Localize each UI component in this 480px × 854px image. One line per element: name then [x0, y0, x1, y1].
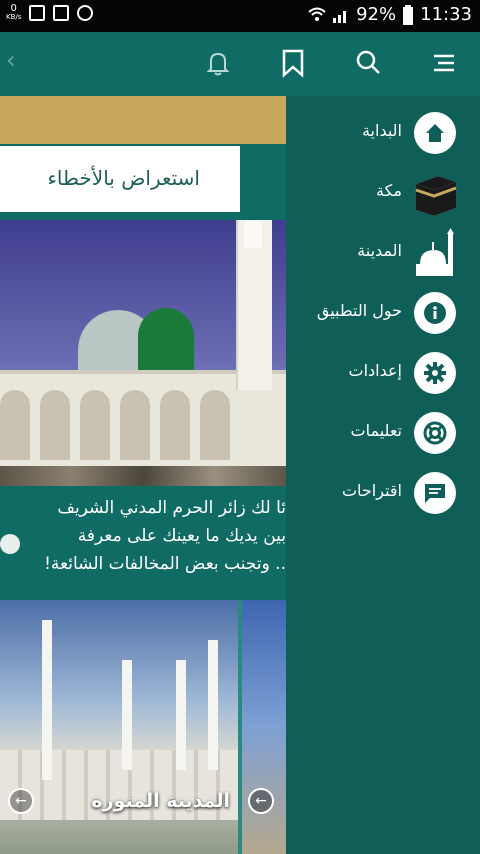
app-toolbar: ‹: [0, 32, 480, 96]
mosque-icon: [416, 228, 454, 276]
arrow-left-icon[interactable]: ←: [248, 788, 274, 814]
drawer-item-home[interactable]: البداية: [286, 106, 480, 162]
mosque-photo: [0, 220, 286, 486]
drawer-item-makkah[interactable]: مكة: [286, 166, 480, 222]
arch: [0, 390, 30, 460]
arch: [120, 390, 150, 460]
lifebuoy-icon: [414, 412, 456, 454]
search-icon[interactable]: [353, 48, 383, 78]
drawer-item-madinah[interactable]: المدينة: [286, 226, 480, 282]
scroll-handle[interactable]: [0, 534, 20, 554]
battery-level: 92%: [356, 4, 397, 25]
bell-icon[interactable]: [203, 48, 233, 78]
review-errors-button[interactable]: استعراض بالأخطاء: [0, 146, 240, 212]
drawer-item-label: حول التطبيق: [316, 301, 402, 320]
card-minaret: [42, 620, 52, 780]
arch: [200, 390, 230, 460]
globe-icon: [77, 5, 94, 21]
clock: 11:33: [420, 4, 472, 25]
network-speed-unit: KB/s: [6, 13, 22, 21]
drawer-item-suggestions[interactable]: اقتراحات: [286, 466, 480, 522]
review-errors-label: استعراض بالأخطاء: [47, 166, 200, 190]
main-content: استعراض بالأخطاء ئا لك زائر الحرم المدني…: [0, 96, 286, 854]
back-chevron-icon[interactable]: ‹: [6, 46, 16, 74]
card-minaret: [122, 660, 132, 770]
arch: [160, 390, 190, 460]
card-minaret: [176, 660, 186, 770]
tab-strip-remainder: [240, 146, 286, 212]
crowd: [0, 466, 286, 486]
cards-carousel: المدينة المنورة ← ←: [0, 600, 286, 854]
description-line: بين يديك ما يعينك على معرفة: [77, 526, 286, 546]
chat-icon: [414, 472, 456, 514]
network-speed: 0 KB/s: [6, 4, 21, 22]
arrow-left-icon[interactable]: ←: [8, 788, 34, 814]
home-icon: [414, 112, 456, 154]
battery-icon: [403, 4, 414, 25]
card-next[interactable]: ←: [242, 600, 286, 854]
network-speed-value: 0: [10, 3, 17, 14]
drawer-item-label: اقتراحات: [341, 481, 402, 500]
arch: [40, 390, 70, 460]
status-bar: 0 KB/s 92% 11:33: [0, 0, 480, 32]
drawer-item-settings[interactable]: إعدادات: [286, 346, 480, 402]
arch: [80, 390, 110, 460]
description-line: ئا لك زائر الحرم المدني الشريف: [57, 498, 286, 518]
minaret-top: [244, 220, 262, 248]
kaaba-icon: [415, 176, 457, 216]
pdf-icon: [53, 5, 70, 21]
gallery-icon: [29, 5, 46, 21]
menu-icon[interactable]: [428, 48, 458, 78]
drawer-item-label: تعليمات: [350, 421, 402, 440]
info-icon: [414, 292, 456, 334]
drawer-item-label: مكة: [376, 181, 402, 200]
header-banner: [0, 96, 286, 144]
bookmark-icon[interactable]: [278, 48, 308, 78]
drawer-item-help[interactable]: تعليمات: [286, 406, 480, 462]
wifi-icon: [308, 7, 326, 21]
card-minaret: [208, 640, 218, 770]
drawer-item-about[interactable]: حول التطبيق: [286, 286, 480, 342]
drawer-item-label: إعدادات: [348, 361, 402, 380]
card-madinah[interactable]: المدينة المنورة ←: [0, 600, 238, 854]
card-label: المدينة المنورة: [91, 790, 230, 812]
description-line: .. وتجنب بعض المخالفات الشائعة!: [44, 554, 286, 574]
drawer-item-label: المدينة: [357, 241, 402, 260]
green-dome: [138, 308, 194, 370]
gear-icon: [414, 352, 456, 394]
description: ئا لك زائر الحرم المدني الشريف بين يديك …: [0, 490, 286, 598]
drawer-item-label: البداية: [361, 121, 402, 140]
navigation-drawer: البداية مكة المدينة حول التطبيق إعدادات …: [286, 96, 480, 854]
signal-icon: [333, 10, 347, 23]
